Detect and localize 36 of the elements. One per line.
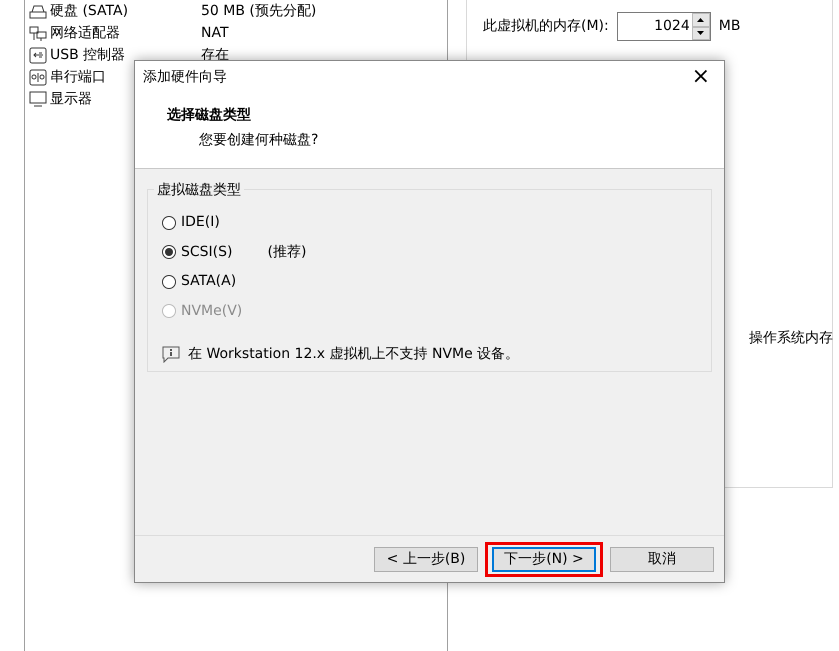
radio-button[interactable] [162,216,176,230]
device-name: 网络适配器 [50,24,120,42]
close-button[interactable]: × [686,66,716,88]
spin-up-button[interactable] [692,13,710,26]
page-heading: 选择磁盘类型 [167,106,252,125]
device-name: USB 控制器 [50,46,126,64]
info-text: 在 Workstation 12.x 虚拟机上不支持 NVMe 设备。 [188,345,520,364]
unit-label: MB [718,17,740,36]
wizard-button[interactable]: 下一步(N) > [492,546,596,572]
network-icon [29,24,47,42]
device-summary: 50 MB (预先分配) [201,2,316,20]
radio-button[interactable] [162,245,176,260]
dialog-title: 添加硬件向导 [143,68,227,86]
device-summary: 存在 [201,46,229,64]
device-name: 硬盘 (SATA) [50,2,128,20]
serial-port-icon [29,68,47,86]
down-arrow-icon [697,31,704,36]
up-arrow-icon [697,18,704,22]
memory-spinbox[interactable]: 1024 [616,12,711,41]
wizard-button[interactable]: < 上一步(B) [374,546,478,572]
page-subheading: 您要创建何种磁盘? [198,131,320,150]
wizard-button[interactable]: 取消 [610,546,714,572]
option-label[interactable]: SCSI(S) [181,242,232,263]
recommended-note: (推荐) [268,242,306,262]
memory-label: 此虚拟机的内存(M): [483,17,609,36]
info-icon [162,346,180,363]
memory-note: 操作系统内存 [749,329,833,348]
option-label[interactable]: IDE(I) [181,212,220,234]
device-name: 串行端口 [50,68,106,86]
radio-button[interactable] [162,274,176,289]
hard-disk-icon [29,2,47,20]
usb-icon [29,46,47,64]
option-label[interactable]: SATA(A) [181,271,236,292]
device-name: 显示器 [50,90,92,108]
monitor-icon [29,90,47,108]
device-summary: NAT [201,24,229,42]
